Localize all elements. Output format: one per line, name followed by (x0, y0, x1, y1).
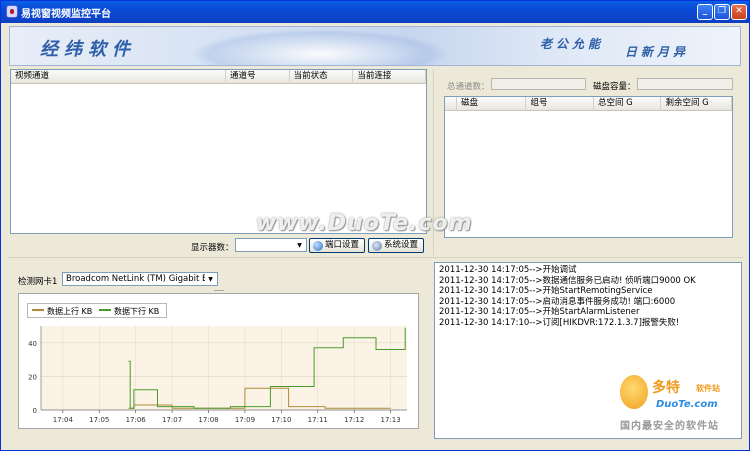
disk-capacity-field (637, 78, 733, 90)
nic-label: 检测网卡1 (18, 277, 58, 287)
log-line: 2011-12-30 14:17:10-->订阅[HIKDVR:172.1.3.… (439, 317, 680, 328)
y-tick-label: 40 (28, 340, 37, 348)
column-header-group[interactable]: 组号 (526, 97, 594, 111)
log-line: 2011-12-30 14:17:05-->启动消息事件服务成功! 端口:600… (439, 296, 676, 307)
column-header-channel-no[interactable]: 通道号 (226, 70, 290, 84)
x-tick-label: 17:09 (235, 416, 255, 424)
x-tick-label: 17:12 (344, 416, 364, 424)
system-settings-label: 系统设置 (384, 240, 419, 250)
horizontal-divider (7, 257, 743, 258)
brand-sub: 软件站 (696, 384, 720, 393)
disk-capacity-label: 磁盘容量： (593, 82, 636, 92)
log-line: 2011-12-30 14:17:05-->开始StartRemotingSer… (439, 286, 653, 296)
channel-list-header: 视频通道 通道号 当前状态 当前连接 (11, 70, 426, 84)
chevron-down-icon[interactable]: ▼ (205, 274, 216, 285)
monitor-count-label: 显示器数： (191, 243, 234, 253)
x-tick-label: 17:08 (198, 416, 218, 424)
y-tick-label: 20 (28, 373, 37, 381)
total-channels-label: 总通道数： (447, 82, 490, 92)
brand-domain: DuoTe.com (656, 399, 718, 410)
gear-icon (372, 241, 382, 251)
window-title: 易视窗视频监控平台 (21, 9, 111, 20)
log-line: 2011-12-30 14:17:05-->开始调试 (439, 265, 577, 275)
column-header-total-space[interactable]: 总空间 G (594, 97, 662, 111)
banner-slogan-right: 日新月异 (625, 45, 690, 59)
monitor-count-select[interactable]: ▼ (235, 238, 307, 252)
column-header-disk[interactable]: 磁盘 (457, 97, 527, 111)
column-header-status[interactable]: 当前状态 (290, 70, 354, 84)
x-tick-label: 17:05 (89, 416, 109, 424)
chart-plot: 0 20 40 17:04 17:05 17:06 17:07 17:08 17:09 17:10… (28, 326, 407, 424)
x-tick-label: 17:13 (381, 416, 401, 424)
y-tick-label: 0 (33, 407, 37, 415)
nic-select[interactable]: Broadcom NetLink (TM) Gigabit Eth ▼ (62, 272, 218, 286)
minimize-button[interactable]: _ (697, 4, 713, 20)
channel-list[interactable]: 视频通道 通道号 当前状态 当前连接 (10, 69, 427, 234)
chevron-down-icon[interactable]: ▼ (294, 240, 305, 251)
brand-slogan: 国内最安全的软件站 (620, 421, 719, 432)
system-settings-button[interactable]: 系统设置 (368, 238, 424, 253)
disk-list-header: 磁盘 组号 总空间 G 剩余空间 G (445, 97, 732, 111)
x-tick-label: 17:06 (126, 416, 147, 424)
header-banner: 经纬软件 老公允能 日新月异 (9, 26, 741, 66)
column-header-connection[interactable]: 当前连接 (353, 70, 426, 84)
mascot-icon (620, 375, 648, 409)
x-tick-label: 17:07 (162, 416, 182, 424)
column-header-spacer (445, 97, 457, 111)
brand-name: 多特 (652, 380, 680, 396)
x-tick-label: 17:04 (53, 416, 74, 424)
globe-icon (313, 241, 323, 251)
x-tick-label: 17:11 (308, 416, 328, 424)
nic-value: Broadcom NetLink (TM) Gigabit Eth (66, 274, 217, 284)
x-tick-label: 17:10 (271, 416, 291, 424)
total-channels-field (491, 78, 586, 90)
column-header-free-space[interactable]: 剩余空间 G (661, 97, 732, 111)
restore-button[interactable]: ❐ (714, 4, 730, 20)
main-window: 易视窗视频监控平台 _ ❐ ✕ 经纬软件 老公允能 日新月异 视频通道 通道号 … (0, 0, 750, 451)
app-icon (6, 5, 18, 18)
log-line: 2011-12-30 14:17:05-->开始StartAlarmListen… (439, 307, 640, 317)
banner-slogan-left: 老公允能 (540, 37, 605, 51)
banner-wave-graphic (190, 29, 450, 65)
port-settings-label: 端口设置 (325, 240, 360, 250)
close-button[interactable]: ✕ (731, 4, 747, 20)
title-bar[interactable]: 易视窗视频监控平台 _ ❐ ✕ (1, 1, 749, 23)
port-settings-button[interactable]: 端口设置 (309, 238, 365, 253)
disk-list[interactable]: 磁盘 组号 总空间 G 剩余空间 G (444, 96, 733, 238)
plot-background (41, 326, 407, 410)
banner-logo: 经纬软件 (40, 39, 136, 60)
splitter-grip[interactable] (214, 290, 224, 291)
watermark-text: www.DuoTe.com (256, 211, 473, 236)
log-line: 2011-12-30 14:17:05-->数据通信服务已启动! 侦听端口900… (439, 275, 696, 286)
column-header-channel[interactable]: 视频通道 (11, 70, 226, 84)
traffic-chart: 数据上行 KB 数据下行 KB 0 20 40 17:04 17:05 17:06 17:0… (18, 293, 419, 429)
brand-watermark: 多特 软件站 DuoTe.com 国内最安全的软件站 (616, 373, 746, 437)
